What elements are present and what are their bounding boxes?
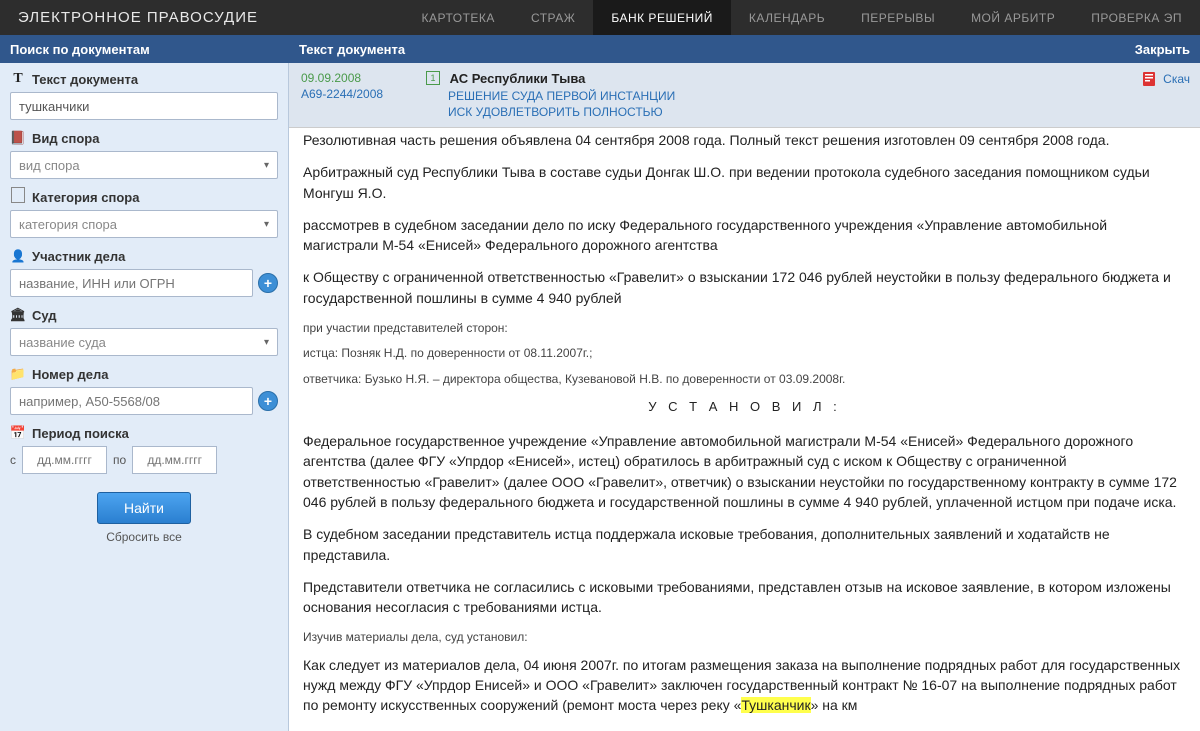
doc-paragraph: Как следует из материалов дела, 04 июня … (303, 655, 1186, 716)
doc-result-link[interactable]: ИСК УДОВЛЕТВОРИТЬ ПОЛНОСТЬЮ (448, 105, 1188, 119)
doc-paragraph: Федеральное государственное учреждение «… (303, 431, 1186, 512)
category-icon (10, 189, 26, 205)
nav-my-arbiter[interactable]: МОЙ АРБИТР (953, 0, 1073, 35)
top-nav: КАРТОТЕКА СТРАЖ БАНК РЕШЕНИЙ КАЛЕНДАРЬ П… (404, 0, 1200, 35)
reset-link[interactable]: Сбросить все (10, 530, 278, 544)
doc-paragraph: В судебном заседании представитель истца… (303, 524, 1186, 565)
filter-text-input[interactable] (10, 92, 278, 120)
filter-category-label: Категория спора (32, 190, 139, 205)
doc-small-line: при участии представителей сторон: (303, 320, 1186, 337)
text-icon: T (10, 71, 26, 87)
document-body[interactable]: Резолютивная часть решения объявлена 04 … (289, 128, 1200, 731)
doc-section-heading: У С Т А Н О В И Л : (303, 398, 1186, 417)
filter-party-input[interactable] (10, 269, 253, 297)
nav-esign-check[interactable]: ПРОВЕРКА ЭП (1073, 0, 1200, 35)
instance-badge: 1 (426, 71, 440, 85)
calendar-icon (10, 425, 26, 441)
period-from-input[interactable] (22, 446, 107, 474)
nav-bank-resheniy[interactable]: БАНК РЕШЕНИЙ (593, 0, 731, 35)
doc-type-link[interactable]: РЕШЕНИЕ СУДА ПЕРВОЙ ИНСТАНЦИИ (448, 89, 1188, 103)
court-icon (10, 307, 26, 323)
doc-small-line: истца: Позняк Н.Д. по доверенности от 08… (303, 345, 1186, 362)
add-party-button[interactable]: + (258, 273, 278, 293)
doc-paragraph: Представители ответчика не согласились с… (303, 577, 1186, 618)
folder-icon (10, 366, 26, 382)
person-icon (10, 248, 26, 264)
search-highlight: Тушканчик (741, 697, 810, 713)
filter-case-input[interactable] (10, 387, 253, 415)
doc-court-name: АС Республики Тыва (450, 71, 586, 86)
nav-strazh[interactable]: СТРАЖ (513, 0, 593, 35)
filter-dispute-select[interactable]: вид спора (10, 151, 278, 179)
doc-paragraph: к Обществу с ограниченной ответственност… (303, 267, 1186, 308)
doc-case-number[interactable]: А69-2244/2008 (301, 87, 396, 101)
filter-dispute-label: Вид спора (32, 131, 99, 146)
add-case-button[interactable]: + (258, 391, 278, 411)
doc-paragraph: Арбитражный суд Республики Тыва в состав… (303, 162, 1186, 203)
filter-category-select[interactable]: категория спора (10, 210, 278, 238)
nav-calendar[interactable]: КАЛЕНДАРЬ (731, 0, 843, 35)
document-panel-title: Текст документа (289, 42, 1135, 57)
doc-date: 09.09.2008 (301, 71, 396, 85)
filter-case-label: Номер дела (32, 367, 109, 382)
download-link[interactable]: Скач (1163, 72, 1190, 86)
search-sidebar: T Текст документа Вид спора вид спора Кат… (0, 63, 289, 731)
period-to-label: по (113, 453, 126, 467)
book-icon (10, 130, 26, 146)
period-from-label: с (10, 453, 16, 467)
doc-small-line: ответчика: Бузько Н.Я. – директора общес… (303, 371, 1186, 388)
app-logo: ЭЛЕКТРОННОЕ ПРАВОСУДИЕ (0, 9, 276, 26)
doc-paragraph: Резолютивная часть решения объявлена 04 … (303, 130, 1186, 150)
nav-kartoteka[interactable]: КАРТОТЕКА (404, 0, 513, 35)
filter-period-label: Период поиска (32, 426, 129, 441)
search-button[interactable]: Найти (97, 492, 191, 524)
pdf-icon (1141, 71, 1157, 87)
filter-court-select[interactable]: название суда (10, 328, 278, 356)
period-to-input[interactable] (132, 446, 217, 474)
filter-text-label: Текст документа (32, 72, 138, 87)
doc-small-line: Изучив материалы дела, суд установил: (303, 629, 1186, 646)
filter-party-label: Участник дела (32, 249, 125, 264)
search-panel-title: Поиск по документам (0, 42, 289, 57)
document-header: 09.09.2008 А69-2244/2008 1 АС Республики… (289, 63, 1200, 128)
close-document-button[interactable]: Закрыть (1135, 42, 1200, 57)
doc-paragraph: рассмотрев в судебном заседании дело по … (303, 215, 1186, 256)
filter-court-label: Суд (32, 308, 57, 323)
document-panel: 09.09.2008 А69-2244/2008 1 АС Республики… (289, 63, 1200, 731)
nav-perereviy[interactable]: ПЕРЕРЫВЫ (843, 0, 953, 35)
